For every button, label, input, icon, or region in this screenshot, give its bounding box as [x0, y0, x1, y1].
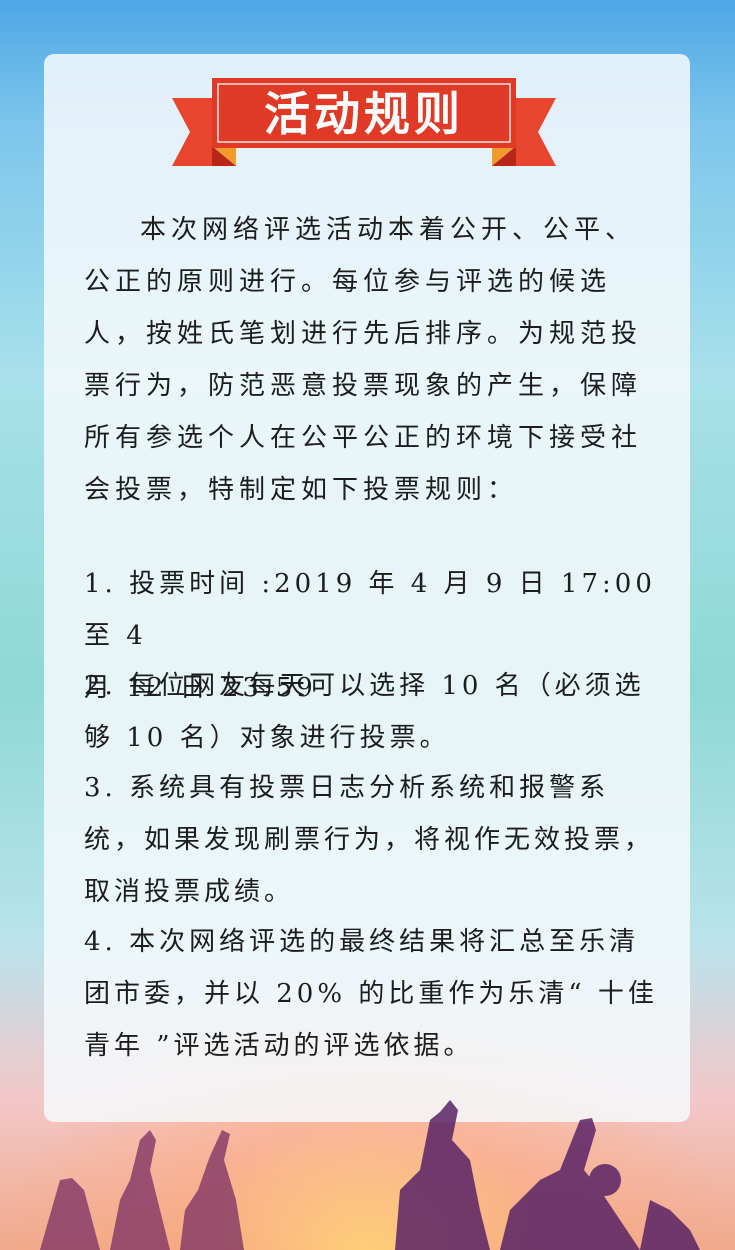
rule-line: 2. 每位网友每天可以选择 10 名（必须选	[84, 671, 645, 701]
rule-line: 1. 投票时间 :2019 年 4 月 9 日 17:00 至 4	[84, 569, 656, 651]
intro-line: 公正的原则进行。每位参与评选的候选	[84, 267, 612, 297]
title-banner: 活动规则	[172, 74, 556, 174]
intro-line: 票行为，防范恶意投票现象的产生，保障	[84, 371, 643, 401]
intro-paragraph: 本次网络评选活动本着公开、公平、 公正的原则进行。每位参与评选的候选 人，按姓氏…	[84, 204, 664, 516]
rule-line: 4. 本次网络评选的最终结果将汇总至乐清	[84, 927, 640, 957]
rule-line: 3. 系统具有投票日志分析系统和报警系	[84, 773, 610, 803]
rule-line: 团市委，并以 20% 的比重作为乐清“ 十佳	[84, 979, 658, 1009]
intro-line: 会投票，特制定如下投票规则：	[84, 475, 519, 505]
rule-2: 2. 每位网友每天可以选择 10 名（必须选 够 10 名）对象进行投票。	[84, 660, 664, 764]
rule-3: 3. 系统具有投票日志分析系统和报警系 统，如果发现刷票行为，将视作无效投票， …	[84, 762, 664, 918]
rule-line: 取消投票成绩。	[84, 877, 295, 907]
crowd-silhouette-illustration	[40, 1100, 700, 1250]
page-title: 活动规则	[264, 87, 464, 141]
intro-line: 本次网络评选活动本着公开、公平、	[140, 215, 637, 245]
intro-line: 人，按姓氏笔划进行先后排序。为规范投	[84, 319, 643, 349]
rule-4: 4. 本次网络评选的最终结果将汇总至乐清 团市委，并以 20% 的比重作为乐清“…	[84, 916, 664, 1072]
intro-line: 所有参选个人在公平公正的环境下接受社	[84, 423, 643, 453]
rule-line: 统，如果发现刷票行为，将视作无效投票，	[84, 825, 655, 855]
rule-line: 够 10 名）对象进行投票。	[84, 723, 450, 753]
